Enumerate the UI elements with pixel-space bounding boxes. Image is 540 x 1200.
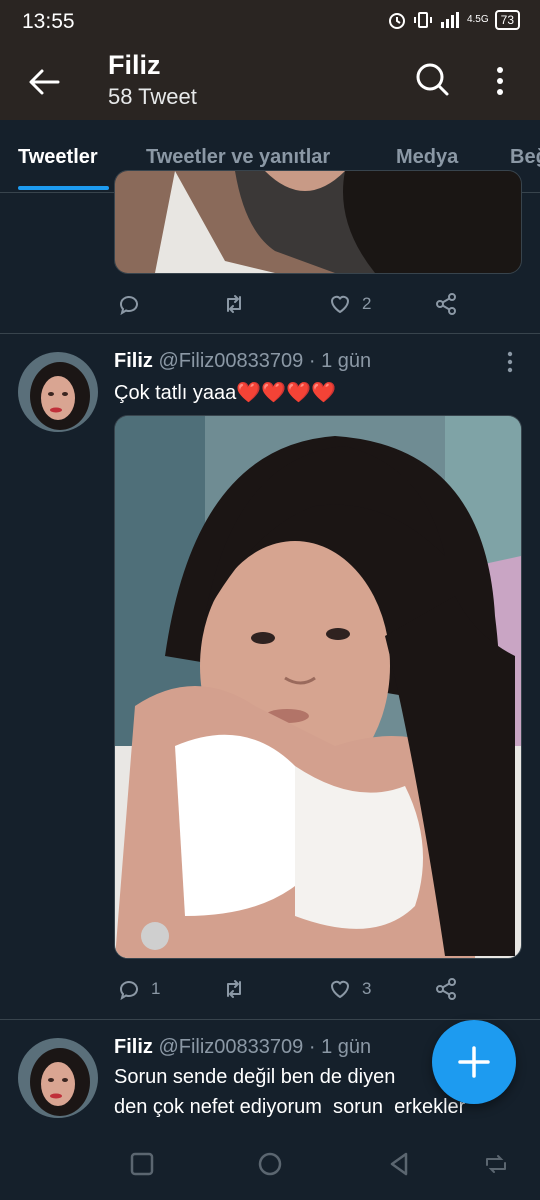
nav-rotate-icon[interactable] [482,1150,510,1178]
author-name[interactable]: Filiz [114,1036,153,1058]
like-count: 2 [362,294,372,313]
alarm-icon [388,13,405,29]
avatar[interactable] [18,1038,98,1118]
avatar[interactable] [18,352,98,432]
search-icon[interactable] [412,60,452,100]
signal-icon [440,12,459,28]
tab-media[interactable]: Medya [396,146,458,169]
share-action[interactable] [434,292,458,316]
tweet-time: · 1 gün [308,1036,372,1058]
more-vertical-icon[interactable] [486,62,514,102]
share-icon [436,978,456,1000]
tweet-text-line: den çok nefet ediyorum sorun erkekler [114,1096,466,1118]
tweet-divider [0,333,540,334]
network-type: 4.5G [466,14,489,25]
tweet-header: Filiz @Filiz00833709 · 1 gün [114,350,371,373]
status-icons: 4.5G 73 [387,10,520,30]
reply-icon [120,296,138,316]
tweet-header: Filiz @Filiz00833709 · 1 gün [114,1036,371,1059]
reply-count: 1 [151,979,161,998]
tweet-image[interactable] [114,170,522,274]
status-bar: 13:55 4.5G 73 [0,0,540,44]
nav-back-icon[interactable] [386,1150,414,1178]
like-icon [330,980,350,999]
like-icon [330,295,350,314]
reply-icon [120,981,138,1001]
tab-tweets-replies[interactable]: Tweetler ve yanıtlar [146,146,330,169]
retweet-icon [227,980,241,998]
tab-likes[interactable]: Beğ [510,146,540,169]
author-name[interactable]: Filiz [114,350,153,372]
retweet-action[interactable] [222,292,246,316]
vibrate-icon [413,12,432,28]
like-count: 3 [362,979,372,998]
tweet-more-icon[interactable] [500,350,520,374]
compose-tweet-button[interactable] [432,1020,516,1104]
reply-action[interactable]: 1 [117,977,160,1001]
tweet-time: · 1 gün [308,350,372,372]
tweet-count: 58 Tweet [108,84,197,109]
tab-tweets[interactable]: Tweetler [18,146,98,169]
share-action[interactable] [434,977,458,1001]
battery-level: 73 [494,10,520,30]
author-handle[interactable]: @Filiz00833709 [158,350,303,372]
active-tab-indicator [18,186,109,190]
nav-square-icon[interactable] [128,1150,156,1178]
retweet-icon [227,295,241,313]
tweet-text: Çok tatlı yaaa❤️❤️❤️❤️ [114,382,336,404]
like-action[interactable]: 2 [328,292,371,316]
plus-icon [458,1046,490,1078]
system-nav-bar [0,1126,540,1200]
back-arrow-icon[interactable] [24,62,64,102]
tweet-text-line: Sorun sende değil ben de diyen [114,1066,396,1088]
author-handle[interactable]: @Filiz00833709 [158,1036,303,1058]
reply-action[interactable] [117,292,141,316]
share-icon [436,293,456,315]
profile-header: Filiz 58 Tweet [0,44,540,120]
like-action[interactable]: 3 [328,977,371,1001]
nav-circle-icon[interactable] [256,1150,284,1178]
status-time: 13:55 [22,10,75,33]
page-title: Filiz [108,50,161,80]
tweet-image[interactable] [114,415,522,959]
retweet-action[interactable] [222,977,246,1001]
